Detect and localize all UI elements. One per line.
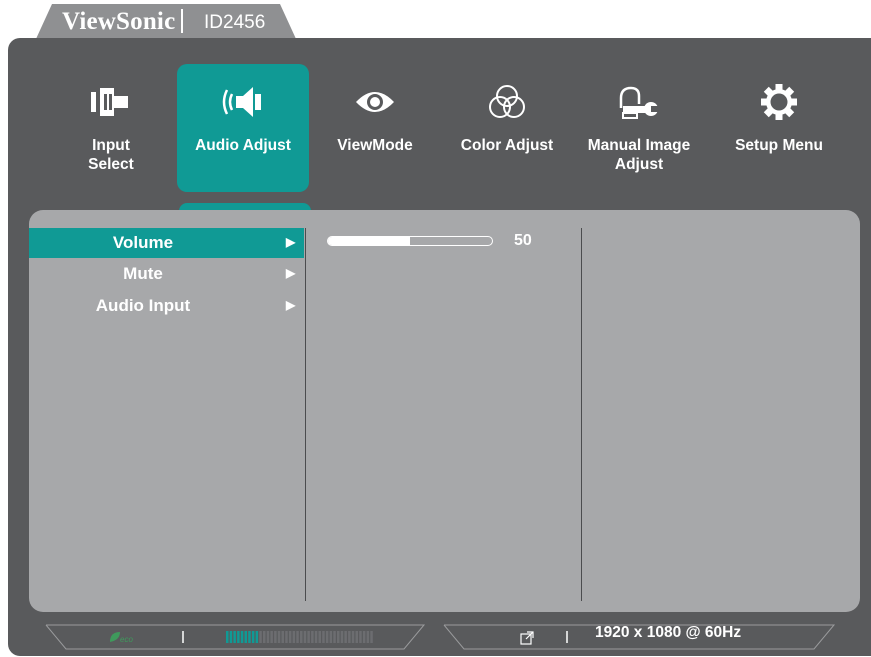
menu-item-manual-image-adjust[interactable]: Manual Image Adjust bbox=[573, 64, 705, 192]
svg-text:eco: eco bbox=[120, 635, 133, 644]
brightness-level-bar bbox=[359, 631, 362, 643]
brightness-level-bar bbox=[296, 631, 299, 643]
brightness-level-bar bbox=[348, 631, 351, 643]
brightness-level-bar bbox=[244, 631, 247, 643]
menu-label: Color Adjust bbox=[460, 137, 554, 154]
brightness-level-bar bbox=[307, 631, 310, 643]
brightness-level-bar bbox=[325, 631, 329, 643]
brightness-level-bar bbox=[370, 631, 373, 643]
menu-item-input-select[interactable]: Input Select bbox=[45, 64, 177, 192]
arrow-right-icon: ▶ bbox=[286, 298, 296, 312]
menu-item-setup-menu[interactable]: Setup Menu bbox=[713, 64, 845, 192]
menu-label: Input Select bbox=[88, 137, 134, 173]
brightness-level-bar bbox=[226, 631, 229, 643]
color-circles-icon bbox=[489, 85, 525, 118]
hand-wrench-icon bbox=[619, 86, 661, 119]
brightness-level-bar bbox=[337, 631, 340, 643]
brightness-level-bar bbox=[303, 631, 307, 643]
volume-slider-fill bbox=[328, 237, 410, 245]
input-select-icon bbox=[91, 88, 128, 116]
eye-icon bbox=[356, 92, 394, 112]
resolution-text: 1920 x 1080 @ 60Hz bbox=[595, 624, 742, 641]
brightness-level-bar bbox=[251, 631, 255, 643]
brightness-level-bar bbox=[281, 631, 284, 643]
input-source-icon bbox=[520, 631, 534, 645]
brightness-level-bar bbox=[237, 631, 240, 643]
brightness-level-bar bbox=[274, 631, 277, 643]
brightness-level-bar bbox=[311, 631, 314, 643]
menu-item-color-adjust[interactable]: Color Adjust bbox=[441, 64, 573, 192]
brightness-level-bar bbox=[240, 631, 244, 643]
arrow-right-icon: ▶ bbox=[286, 266, 296, 280]
status-bar: eco 1920 x 1080 @ 60Hz bbox=[8, 622, 871, 652]
brightness-level-bar bbox=[266, 631, 270, 643]
brightness-level-bar bbox=[300, 631, 303, 643]
submenu-label: Audio Input bbox=[95, 296, 191, 315]
menu-item-audio-adjust[interactable]: Audio Adjust bbox=[177, 64, 309, 192]
submenu-item-mute[interactable]: Mute ▶ bbox=[29, 259, 304, 289]
audio-adjust-icon bbox=[222, 87, 261, 117]
volume-slider[interactable] bbox=[327, 236, 493, 246]
brand-name: ViewSonic bbox=[62, 8, 176, 35]
brightness-level-bar bbox=[344, 631, 347, 643]
brightness-level-bar bbox=[366, 631, 370, 643]
brightness-level-bar bbox=[351, 631, 355, 643]
brightness-level-bar bbox=[248, 631, 251, 643]
brightness-level-bar bbox=[270, 631, 273, 643]
brightness-level-bar bbox=[233, 631, 236, 643]
menu-label: Audio Adjust bbox=[195, 137, 291, 154]
brand-separator bbox=[181, 9, 183, 33]
submenu-item-audio-input[interactable]: Audio Input ▶ bbox=[29, 291, 304, 321]
brightness-level-bar bbox=[314, 631, 318, 643]
menu-label: Setup Menu bbox=[735, 137, 823, 154]
brightness-level-bar bbox=[292, 631, 296, 643]
brightness-level-bar bbox=[277, 631, 281, 643]
brightness-level-bar bbox=[355, 631, 358, 643]
brightness-level-bar bbox=[285, 631, 288, 643]
submenu-label: Volume bbox=[112, 233, 174, 252]
brightness-level-bar bbox=[318, 631, 321, 643]
brightness-level-bar bbox=[340, 631, 344, 643]
brightness-level-bar bbox=[288, 631, 292, 643]
eco-leaf-icon: eco bbox=[110, 632, 133, 644]
brightness-level-bar bbox=[362, 631, 366, 643]
brightness-level-bar bbox=[255, 631, 259, 643]
menu-label: Manual Image Adjust bbox=[587, 137, 691, 173]
brightness-level-bar bbox=[229, 631, 233, 643]
brightness-level-bar bbox=[259, 631, 262, 643]
content-panel: Volume ▶ Mute ▶ Audio Input ▶ 50 bbox=[29, 210, 860, 612]
menu-item-viewmode[interactable]: ViewMode bbox=[309, 64, 441, 192]
volume-value: 50 bbox=[514, 232, 532, 249]
column-divider bbox=[305, 228, 306, 601]
brightness-level-bar bbox=[329, 631, 333, 643]
brightness-level-bar bbox=[333, 631, 336, 643]
brightness-level-bar bbox=[263, 631, 266, 643]
arrow-right-icon: ▶ bbox=[286, 235, 296, 249]
brightness-level-bar bbox=[322, 631, 325, 643]
submenu-item-volume[interactable]: Volume ▶ bbox=[29, 228, 304, 258]
gear-icon bbox=[761, 84, 797, 120]
osd-frame: Input Select Audio Adjust ViewMode Color… bbox=[8, 38, 871, 656]
column-divider bbox=[581, 228, 582, 601]
menu-label: ViewMode bbox=[337, 137, 413, 154]
model-name: ID2456 bbox=[204, 12, 266, 33]
submenu-label: Mute bbox=[123, 264, 163, 283]
